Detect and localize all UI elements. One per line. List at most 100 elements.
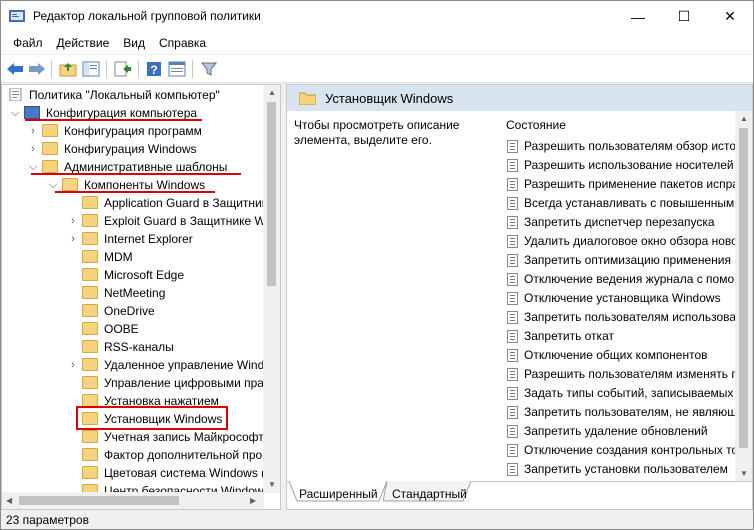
tree-item-label: Цветовая система Windows ( <box>104 466 264 480</box>
scroll-up-arrow-icon[interactable]: ▲ <box>268 88 276 97</box>
policy-setting-row[interactable]: Разрешить использование носителей <box>495 156 735 175</box>
policy-setting-row[interactable]: Запретить удаление обновлений <box>495 422 735 441</box>
folder-icon <box>42 160 58 173</box>
tree-item[interactable]: RSS-каналы <box>2 338 264 356</box>
policy-setting-row[interactable]: Отключение установщика Windows <box>495 289 735 308</box>
tree-horizontal-scrollbar[interactable]: ◀ ▶ <box>2 492 264 509</box>
settings-scroll-thumb[interactable] <box>739 128 748 448</box>
tree-item[interactable]: Application Guard в Защитник <box>2 194 264 212</box>
back-arrow-icon[interactable] <box>5 59 25 79</box>
tree-item[interactable]: › Internet Explorer <box>2 230 264 248</box>
policy-setting-row[interactable]: Запретить диспетчер перезапуска <box>495 213 735 232</box>
tree-item[interactable]: OOBE <box>2 320 264 338</box>
tree-item-label: Internet Explorer <box>104 232 193 246</box>
expand-chevron-icon[interactable]: › <box>28 142 38 156</box>
tree-item-label: Конфигурация Windows <box>64 142 197 156</box>
status-bar: 23 параметров <box>1 511 753 529</box>
tree-horizontal-scroll-thumb[interactable] <box>19 496 179 505</box>
folder-icon <box>82 448 98 461</box>
filter-icon[interactable] <box>199 59 219 79</box>
menu-view[interactable]: Вид <box>116 36 152 50</box>
close-button[interactable]: ✕ <box>707 1 753 32</box>
policy-setting-row[interactable]: Разрешить пользователям изменять п <box>495 365 735 384</box>
policy-setting-row[interactable]: Всегда устанавливать с повышенным <box>495 194 735 213</box>
tree-vertical-scroll-thumb[interactable] <box>267 102 276 286</box>
computer-icon <box>24 106 40 119</box>
folder-icon <box>82 358 98 371</box>
policy-setting-row[interactable]: Запретить оптимизацию применения <box>495 251 735 270</box>
column-header-state[interactable]: Состояние <box>495 111 735 135</box>
tree-item[interactable]: › Конфигурация Windows <box>2 140 264 158</box>
policy-tree: Политика "Локальный компьютер" ⌵ Конфигур… <box>2 85 264 493</box>
tab-standard[interactable]: Стандартный <box>392 486 467 504</box>
tree-root-label: Политика "Локальный компьютер" <box>29 88 220 102</box>
toolbar: ? <box>1 55 753 83</box>
policy-setting-icon <box>507 406 518 419</box>
tree-item[interactable]: Управление цифровыми пра <box>2 374 264 392</box>
tree-item[interactable]: Microsoft Edge <box>2 266 264 284</box>
menu-help[interactable]: Справка <box>152 36 213 50</box>
policy-setting-row[interactable]: Запретить пользователям, не являющ <box>495 403 735 422</box>
policy-setting-icon <box>507 235 518 248</box>
expand-chevron-icon[interactable]: › <box>68 358 78 372</box>
details-header: Установщик Windows <box>287 85 752 111</box>
tree-item[interactable]: OneDrive <box>2 302 264 320</box>
menu-file[interactable]: Файл <box>6 36 50 50</box>
properties-icon[interactable] <box>167 59 187 79</box>
tree-item[interactable]: Цветовая система Windows ( <box>2 464 264 482</box>
policy-setting-label: Отключение ведения журнала с помо <box>524 272 735 286</box>
tree-item[interactable]: Фактор дополнительной пров <box>2 446 264 464</box>
expand-chevron-icon[interactable]: › <box>68 214 78 228</box>
expand-chevron-icon[interactable]: › <box>68 232 78 246</box>
collapse-chevron-icon[interactable]: ⌵ <box>10 106 20 120</box>
policy-setting-icon <box>507 387 518 400</box>
policy-setting-row[interactable]: Задать типы событий, записываемых <box>495 384 735 403</box>
menu-bar: Файл Действие Вид Справка <box>1 32 753 54</box>
minimize-button[interactable]: — <box>615 1 661 32</box>
show-hide-tree-icon[interactable] <box>81 59 101 79</box>
forward-arrow-icon[interactable] <box>27 59 47 79</box>
scroll-up-arrow-icon[interactable]: ▲ <box>740 114 748 123</box>
tree-item-label: RSS-каналы <box>104 340 174 354</box>
folder-icon <box>82 232 98 245</box>
highlight-underline-computer-config <box>25 119 202 121</box>
policy-setting-label: Задать типы событий, записываемых <box>524 386 734 400</box>
tree-root[interactable]: Политика "Локальный компьютер" <box>2 86 264 104</box>
export-list-icon[interactable] <box>113 59 133 79</box>
scroll-right-arrow-icon[interactable]: ▶ <box>250 496 256 505</box>
up-folder-icon[interactable] <box>58 59 78 79</box>
tree-item[interactable]: › Конфигурация программ <box>2 122 264 140</box>
policy-setting-row[interactable]: Отключение общих компонентов <box>495 346 735 365</box>
collapse-chevron-icon[interactable]: ⌵ <box>28 160 38 174</box>
folder-icon <box>82 376 98 389</box>
tab-extended[interactable]: Расширенный <box>299 486 378 504</box>
tree-item[interactable]: › Удаленное управление Wind <box>2 356 264 374</box>
policy-setting-row[interactable]: Запретить установки пользователем <box>495 460 735 479</box>
policy-setting-row[interactable]: Удалить диалоговое окно обзора ново <box>495 232 735 251</box>
policy-setting-row[interactable]: Отключение ведения журнала с помо <box>495 270 735 289</box>
tree-item[interactable]: NetMeeting <box>2 284 264 302</box>
scroll-left-arrow-icon[interactable]: ◀ <box>6 496 12 505</box>
folder-icon <box>42 124 58 137</box>
settings-vertical-scrollbar[interactable]: ▲ ▼ <box>735 111 752 481</box>
collapse-chevron-icon[interactable]: ⌵ <box>48 178 58 192</box>
tree-item[interactable]: MDM <box>2 248 264 266</box>
policy-setting-row[interactable]: Отключение создания контрольных то <box>495 441 735 460</box>
policy-setting-label: Отключение создания контрольных то <box>524 443 735 457</box>
help-icon[interactable]: ? <box>144 59 164 79</box>
policy-setting-label: Запретить удаление обновлений <box>524 424 708 438</box>
tree-item[interactable]: › Exploit Guard в Защитнике W <box>2 212 264 230</box>
expand-chevron-icon[interactable]: › <box>28 124 38 138</box>
tree-item[interactable]: Учетная запись Майкрософт <box>2 428 264 446</box>
policy-setting-row[interactable]: Разрешить применение пакетов испра <box>495 175 735 194</box>
maximize-button[interactable]: ☐ <box>661 1 707 32</box>
folder-icon <box>42 142 58 155</box>
policy-setting-row[interactable]: Запретить откат <box>495 327 735 346</box>
policy-setting-icon <box>507 178 518 191</box>
tree-vertical-scrollbar[interactable]: ▲ ▼ <box>263 85 280 493</box>
policy-setting-row[interactable]: Запретить пользователям использова <box>495 308 735 327</box>
scroll-down-arrow-icon[interactable]: ▼ <box>268 480 276 489</box>
scroll-down-arrow-icon[interactable]: ▼ <box>740 469 748 478</box>
menu-action[interactable]: Действие <box>50 36 117 50</box>
policy-setting-row[interactable]: Разрешить пользователям обзор исто <box>495 137 735 156</box>
